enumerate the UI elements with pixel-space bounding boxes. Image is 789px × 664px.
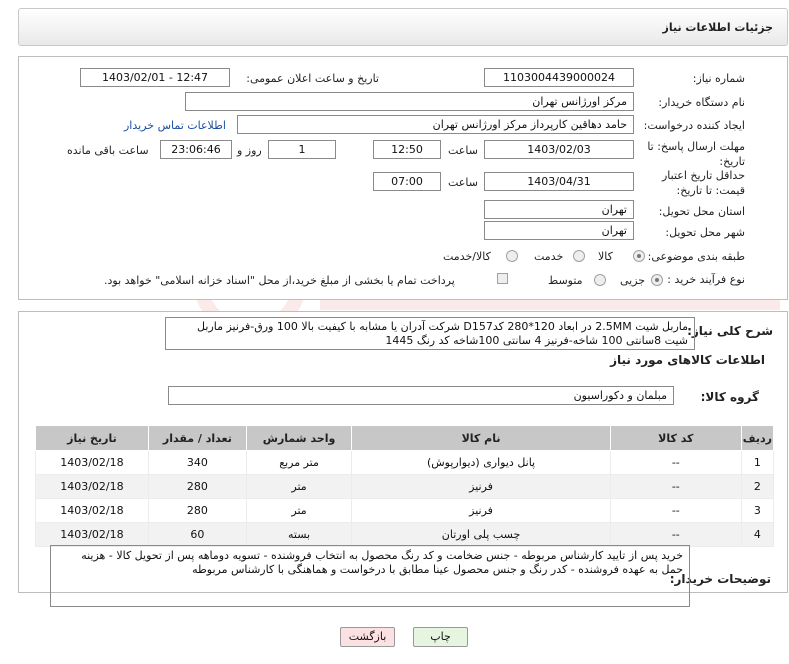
validity-date-field: 1403/04/31 (484, 172, 634, 191)
cell-item-code: -- (609, 522, 742, 547)
cell-row-number: 2 (740, 474, 775, 499)
cell-need-date: 1403/02/18 (35, 522, 149, 547)
process-radio-medium[interactable] (594, 274, 606, 286)
process-radio-minor[interactable] (651, 274, 663, 286)
goods-table-header: ردیف کد کالا نام کالا واحد شمارش تعداد /… (35, 425, 775, 451)
cell-quantity: 280 (147, 498, 247, 523)
remaining-time-field: 23:06:46 (160, 140, 232, 159)
deadline-time-label: ساعت (448, 144, 478, 157)
cell-need-date: 1403/02/18 (35, 474, 149, 499)
goods-group-label: گروه کالا: (700, 390, 759, 404)
announce-date-field: 1403/02/01 - 12:47 (80, 68, 230, 87)
cell-row-number: 4 (740, 522, 775, 547)
need-number-field: 1103004439000024 (484, 68, 634, 87)
table-row: 2 -- فرنیز متر 280 1403/02/18 (35, 474, 775, 499)
cell-row-number: 1 (740, 450, 775, 475)
goods-table: ردیف کد کالا نام کالا واحد شمارش تعداد /… (35, 425, 775, 547)
goods-group-field: مبلمان و دکوراسیون (168, 386, 674, 405)
days-label: روز و (237, 144, 262, 157)
description-text: ماربل شیت 2.5MM در ابعاد 120*280 کدD157 … (165, 317, 695, 350)
category-radio-goods[interactable] (633, 250, 645, 262)
days-field: 1 (268, 140, 336, 159)
col-row-number: ردیف (740, 425, 775, 451)
province-field: تهران (484, 200, 634, 219)
treasury-payment-note: پرداخت تمام یا بخشی از مبلغ خرید،از محل … (104, 274, 455, 287)
cell-item-name: فرنیز (351, 498, 611, 523)
cell-unit: متر (245, 498, 353, 523)
validity-label: حداقل تاریخ اعتبار قیمت: تا تاریخ: (661, 169, 745, 197)
col-unit: واحد شمارش (245, 425, 353, 451)
table-row: 3 -- فرنیز متر 280 1403/02/18 (35, 498, 775, 523)
cell-quantity: 340 (147, 450, 247, 475)
col-need-date: تاریخ نیاز (35, 425, 149, 451)
table-row: 1 -- پانل دیواری (دیوارپوش) متر مربع 340… (35, 450, 775, 475)
buyer-contact-link[interactable]: اطلاعات تماس خریدار (124, 119, 226, 132)
buyer-notes-text: خرید پس از تایید کارشناس مربوطه - جنس ضخ… (50, 545, 690, 607)
treasury-payment-checkbox[interactable] (497, 273, 508, 284)
col-quantity: تعداد / مقدار (147, 425, 247, 451)
buyer-org-label: نام دستگاه خریدار: (658, 96, 745, 109)
process-option-minor: جزیی (620, 274, 646, 287)
process-label: نوع فرآیند خرید : (667, 273, 745, 286)
announce-label: تاریخ و ساعت اعلان عمومی: (246, 72, 379, 85)
cell-unit: متر (245, 474, 353, 499)
cell-need-date: 1403/02/18 (35, 498, 149, 523)
cell-item-name: پانل دیواری (دیوارپوش) (351, 450, 611, 475)
back-button[interactable]: بازگشت (340, 627, 395, 647)
creator-field: حامد دهاقین کارپرداز مرکز اورژانس تهران (237, 115, 634, 134)
cell-row-number: 3 (740, 498, 775, 523)
deadline-date-field: 1403/02/03 (484, 140, 634, 159)
validity-time-label: ساعت (448, 176, 478, 189)
cell-item-code: -- (609, 450, 742, 475)
process-option-medium: متوسط (548, 274, 583, 287)
description-label: شرح کلی نیاز: (687, 324, 773, 338)
col-item-code: کد کالا (609, 425, 742, 451)
page-title: جزئیات اطلاعات نیاز (662, 21, 774, 34)
print-button[interactable]: چاپ (413, 627, 468, 647)
cell-need-date: 1403/02/18 (35, 450, 149, 475)
cell-item-code: -- (609, 498, 742, 523)
remaining-time-label: ساعت باقی مانده (67, 144, 149, 157)
col-item-name: نام کالا (351, 425, 611, 451)
cell-item-name: فرنیز (351, 474, 611, 499)
category-label: طبقه بندی موضوعی: (647, 250, 745, 263)
category-radio-goods-service[interactable] (506, 250, 518, 262)
cell-unit: بسته (245, 522, 353, 547)
buyer-org-field: مرکز اورژانس تهران (185, 92, 634, 111)
category-radio-service[interactable] (573, 250, 585, 262)
city-label: شهر محل تحویل: (665, 226, 745, 239)
deadline-label: مهلت ارسال پاسخ: تا تاریخ: (647, 140, 745, 168)
need-number-label: شماره نیاز: (692, 72, 745, 85)
cell-quantity: 280 (147, 474, 247, 499)
creator-label: ایجاد کننده درخواست: (643, 119, 745, 132)
category-option-goods-service: کالا/خدمت (443, 250, 491, 263)
cell-unit: متر مربع (245, 450, 353, 475)
category-option-goods: کالا (598, 250, 613, 263)
province-label: استان محل تحویل: (658, 205, 745, 218)
page-header: جزئیات اطلاعات نیاز (18, 8, 788, 46)
cell-item-code: -- (609, 474, 742, 499)
cell-item-name: چسب پلی اورتان (351, 522, 611, 547)
city-field: تهران (484, 221, 634, 240)
table-row: 4 -- چسب پلی اورتان بسته 60 1403/02/18 (35, 522, 775, 547)
deadline-time-field: 12:50 (373, 140, 441, 159)
goods-section-title: اطلاعات کالاهای مورد نیاز (610, 353, 765, 367)
validity-time-field: 07:00 (373, 172, 441, 191)
cell-quantity: 60 (147, 522, 247, 547)
category-option-service: خدمت (534, 250, 564, 263)
